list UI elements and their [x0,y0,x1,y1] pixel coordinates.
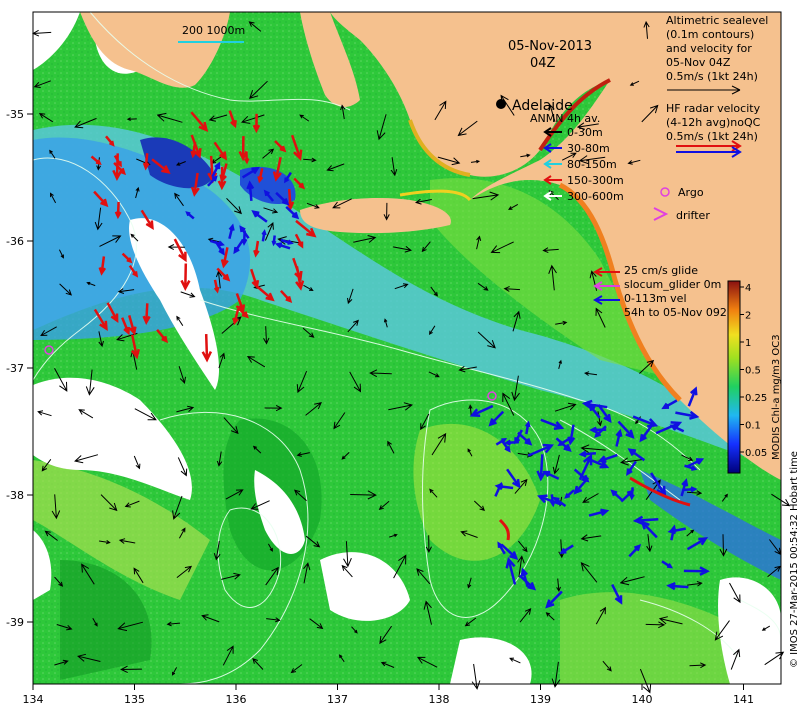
lat-tick-label: -37 [6,362,24,375]
anmn-legend-title: ANMN 4h av. [530,112,600,125]
anmn-legend-label: 150-300m [567,174,624,187]
glider-legend-line: 0-113m vel [624,292,687,305]
altimetry-legend-line: Altimetric sealevel [666,14,768,27]
colorbar-tick-label: 0.25 [745,393,767,404]
altimetry-legend-line: and velocity for [666,42,752,55]
lat-tick-label: -38 [6,489,24,502]
anmn-legend-label: 300-600m [567,190,624,203]
anmn-legend-label: 80-150m [567,158,617,171]
lon-tick-label: 138 [429,693,450,706]
date-title: 05-Nov-2013 [508,39,592,54]
lon-tick-label: 135 [124,693,145,706]
lon-tick-label: 141 [733,693,754,706]
time-title: 04Z [530,56,556,71]
glider-legend-line: 54h to 05-Nov 092 [624,306,727,319]
glider-legend-line: slocum_glider 0m [624,278,721,291]
lon-tick-label: 140 [632,693,653,706]
colorbar-gradient [727,280,741,474]
chlorophyll-map: Adelaide 05-Nov-2013 04Z 200 1000m Altim… [6,11,800,706]
altimetry-legend-line: (0.1m contours) [666,28,754,41]
drifter-label: drifter [676,209,710,222]
latitude-axis: -35 -36 -37 -38 -39 [6,108,33,629]
glider-legend-line: 25 cm/s glide [624,264,698,277]
colorbar-tick-label: 2 [745,311,751,322]
colorbar-label: MODIS Chl-a mg/m3 OC3 [771,334,782,460]
lat-tick-label: -39 [6,616,24,629]
altimetry-legend-line: 05-Nov 04Z [666,56,731,69]
anmn-legend-label: 0-30m [567,126,603,139]
anmn-legend-label: 30-80m [567,142,610,155]
lat-tick-label: -36 [6,235,24,248]
lon-tick-label: 139 [530,693,551,706]
credit-text: © IMOS 27-Mar-2015 00:54:32 Hobart time [789,451,800,668]
altimetry-legend: Altimetric sealevel (0.1m contours) and … [666,14,768,95]
hf-legend-line: HF radar velocity [666,102,761,115]
lon-tick-label: 134 [23,693,44,706]
colorbar-tick-label: 1 [745,338,751,349]
colorbar-tick-label: 0.1 [745,421,761,432]
colorbar-tick-label: 0.5 [745,366,761,377]
argo-label: Argo [678,186,704,199]
altimetry-legend-line: 0.5m/s (1kt 24h) [666,70,758,83]
hf-legend-line: (4-12h avg)noQC [666,116,761,129]
lon-tick-label: 136 [226,693,247,706]
colorbar-tick-label: 0.05 [745,448,767,459]
hf-legend-line: 0.5m/s (1kt 24h) [666,130,758,143]
scale-bar-label: 200 1000m [182,24,245,37]
colorbar-tick-label: 4 [745,283,751,294]
lat-tick-label: -35 [6,108,24,121]
lon-tick-label: 137 [327,693,348,706]
